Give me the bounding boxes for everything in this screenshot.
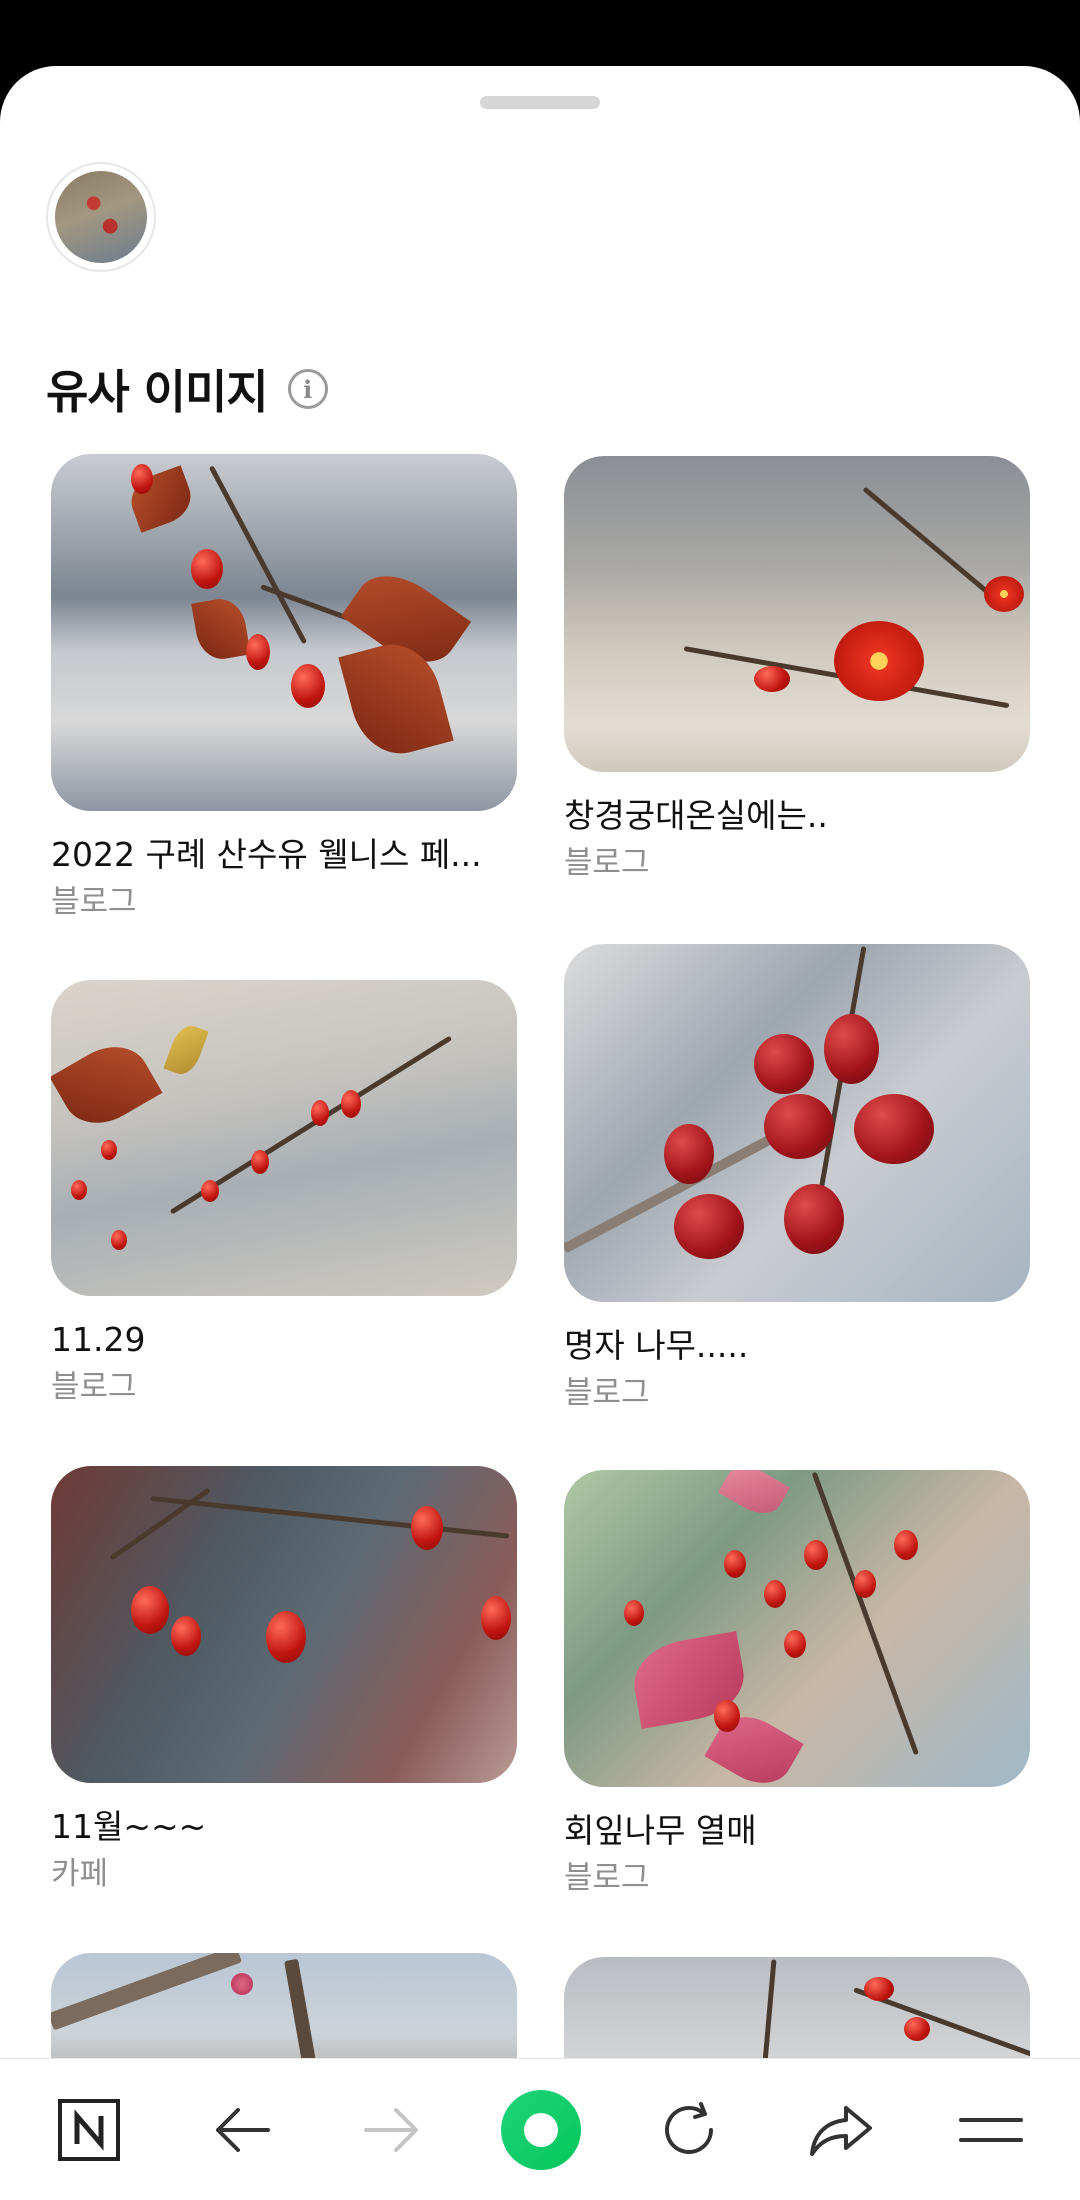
result-image [564,1470,1030,1787]
drag-handle[interactable] [480,96,600,109]
query-image-thumbnail[interactable] [46,162,156,272]
result-source: 블로그 [564,1860,650,1896]
result-source: 블로그 [51,1369,137,1405]
section-title: 유사 이미지 [46,365,269,419]
query-image [55,171,147,263]
result-title: 2022 구례 산수유 웰니스 페... [51,835,482,874]
result-image [51,454,517,811]
result-source: 블로그 [51,884,137,920]
share-icon[interactable] [781,2059,901,2200]
result-title: 11.29 [51,1320,146,1359]
result-image [51,980,517,1296]
result-card[interactable]: 명자 나무..... 블로그 [564,944,1030,1414]
result-title: 명자 나무..... [564,1326,749,1365]
bottom-navigation-bar [0,2058,1080,2200]
reload-icon[interactable] [629,2059,749,2200]
result-card[interactable]: 11월~~~ 카페 [51,1466,517,1895]
result-source: 블로그 [564,845,650,881]
forward-arrow-icon[interactable] [332,2059,452,2200]
green-dot-button[interactable] [481,2059,601,2200]
result-title: 11월~~~ [51,1807,207,1846]
section-header: 유사 이미지 i [46,356,328,422]
result-image [564,456,1030,772]
similar-images-sheet: 유사 이미지 i 2022 구례 산수유 웰니스 페... 블로그 창경궁대온실… [0,66,1080,2199]
result-source: 카페 [51,1856,109,1892]
result-card[interactable]: 11.29 블로그 [51,980,517,1408]
result-card[interactable]: 창경궁대온실에는.. 블로그 [564,456,1030,884]
result-title: 창경궁대온실에는.. [564,796,828,835]
result-card[interactable]: 2022 구례 산수유 웰니스 페... 블로그 [51,454,517,923]
result-card[interactable]: 회잎나무 열매 블로그 [564,1470,1030,1899]
info-icon[interactable]: i [287,369,328,409]
menu-icon[interactable] [931,2059,1051,2200]
result-title: 회잎나무 열매 [564,1811,757,1850]
result-image [51,1466,517,1783]
result-image [564,944,1030,1302]
result-source: 블로그 [564,1375,650,1411]
naver-home-icon[interactable] [29,2059,149,2200]
back-arrow-icon[interactable] [182,2059,302,2200]
